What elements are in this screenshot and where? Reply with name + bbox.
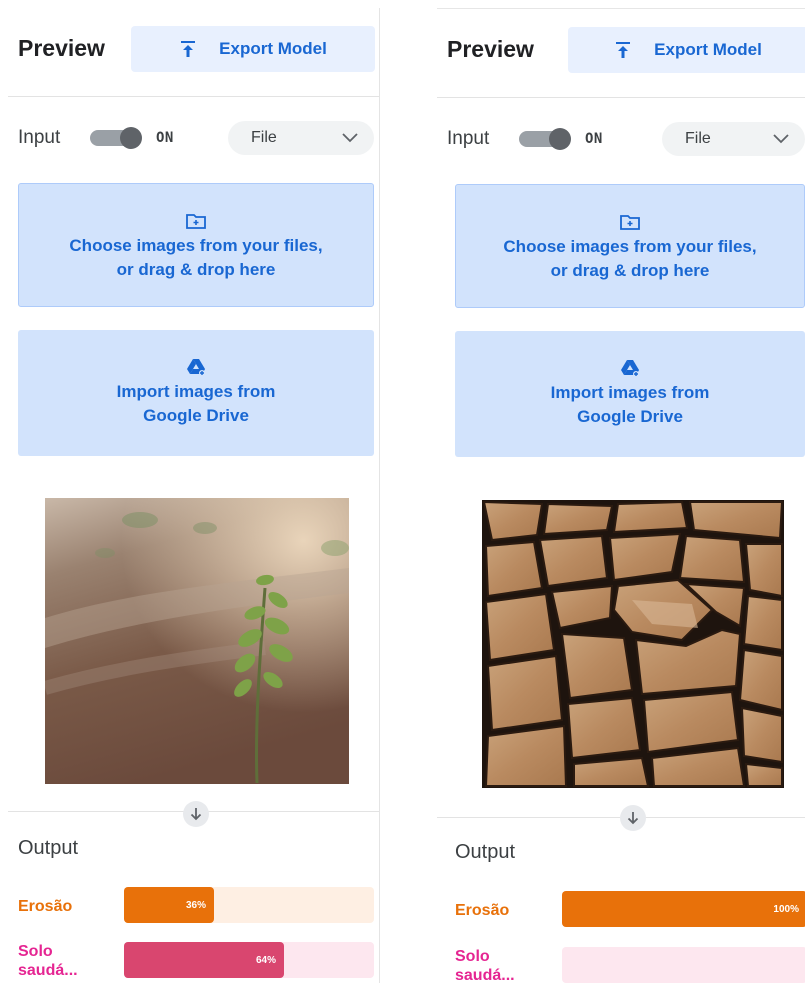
class-label-line1: Solo <box>455 948 490 965</box>
export-model-button[interactable]: Export Model <box>131 26 375 72</box>
class-label: Solo saudá... <box>455 947 515 984</box>
upload-text-line2: or drag & drop here <box>550 261 710 280</box>
toggle-state-label: ON <box>156 130 174 146</box>
confidence-bar: 100% <box>562 891 805 927</box>
class-label: Erosão <box>455 902 510 919</box>
upload-text-line1: Choose images from your files, <box>69 236 323 255</box>
output-title: Output <box>455 841 516 863</box>
toggle-knob <box>549 128 571 150</box>
class-row-solo-saudavel: Solo saudá... <box>437 947 805 984</box>
class-label-line1: Solo <box>18 943 53 960</box>
confidence-bar-fill: 64% <box>124 942 284 978</box>
google-drive-icon <box>187 359 205 376</box>
export-icon <box>616 42 631 58</box>
class-label-line2: saudá... <box>18 962 78 979</box>
confidence-bar-fill: 36% <box>124 887 214 923</box>
google-drive-icon <box>621 360 639 377</box>
input-toggle[interactable] <box>90 127 142 149</box>
confidence-percent: 64% <box>255 954 276 966</box>
file-upload-dropzone[interactable]: Choose images from your files, or drag &… <box>18 183 374 307</box>
input-label: Input <box>18 127 61 148</box>
confidence-bar <box>562 947 805 983</box>
preview-header: Preview Export Model <box>437 9 805 98</box>
drive-text-line1: Import images from <box>550 383 710 402</box>
class-row-erosao: Erosão 36% <box>8 887 380 925</box>
export-model-button[interactable]: Export Model <box>568 27 805 73</box>
folder-add-icon <box>620 215 640 230</box>
arrow-down-button <box>620 805 646 831</box>
class-label-line2: saudá... <box>455 967 515 984</box>
input-label: Input <box>447 128 490 149</box>
arrow-down-icon <box>627 812 639 825</box>
chevron-down-icon <box>773 134 789 144</box>
folder-add-icon <box>186 214 206 229</box>
class-row-erosao: Erosão 100% <box>437 891 805 929</box>
preview-panel-2: Preview Export Model Input ON File Choos… <box>437 8 805 984</box>
input-source-value: File <box>251 129 277 146</box>
preview-header: Preview Export Model <box>8 8 380 97</box>
input-toggle[interactable] <box>519 128 571 150</box>
arrow-down-button <box>183 801 209 827</box>
confidence-bar: 64% <box>124 942 374 978</box>
preview-title: Preview <box>447 36 534 62</box>
class-label: Erosão <box>18 898 73 915</box>
toggle-knob <box>120 127 142 149</box>
preview-title: Preview <box>18 35 105 61</box>
export-model-label: Export Model <box>219 39 327 58</box>
google-drive-import-button[interactable]: Import images from Google Drive <box>455 331 805 457</box>
export-model-label: Export Model <box>654 40 762 59</box>
chevron-down-icon <box>342 133 358 143</box>
input-source-select[interactable]: File <box>662 122 805 156</box>
confidence-bar-fill: 100% <box>562 891 805 927</box>
class-row-solo-saudavel: Solo saudá... 64% <box>8 942 380 980</box>
drive-text-line2: Google Drive <box>143 406 249 425</box>
toggle-state-label: ON <box>585 131 603 147</box>
drive-text-line1: Import images from <box>116 382 276 401</box>
upload-text-line1: Choose images from your files, <box>503 237 757 256</box>
drive-text-line2: Google Drive <box>577 407 683 426</box>
input-row: Input ON File <box>437 119 805 159</box>
arrow-down-icon <box>190 808 202 821</box>
google-drive-import-button[interactable]: Import images from Google Drive <box>18 330 374 456</box>
preview-image-cracked-earth <box>482 500 784 788</box>
export-icon <box>181 41 196 57</box>
upload-text-line2: or drag & drop here <box>116 260 276 279</box>
class-label: Solo saudá... <box>18 942 78 980</box>
confidence-percent: 36% <box>185 899 206 911</box>
input-row: Input ON File <box>8 118 380 158</box>
confidence-percent: 100% <box>773 903 799 915</box>
preview-panel-1: Preview Export Model Input ON File Choos… <box>8 8 380 983</box>
input-source-value: File <box>685 130 711 147</box>
output-title: Output <box>18 837 79 859</box>
input-source-select[interactable]: File <box>228 121 374 155</box>
file-upload-dropzone[interactable]: Choose images from your files, or drag &… <box>455 184 805 308</box>
preview-image-seedling <box>45 498 349 784</box>
confidence-bar: 36% <box>124 887 374 923</box>
